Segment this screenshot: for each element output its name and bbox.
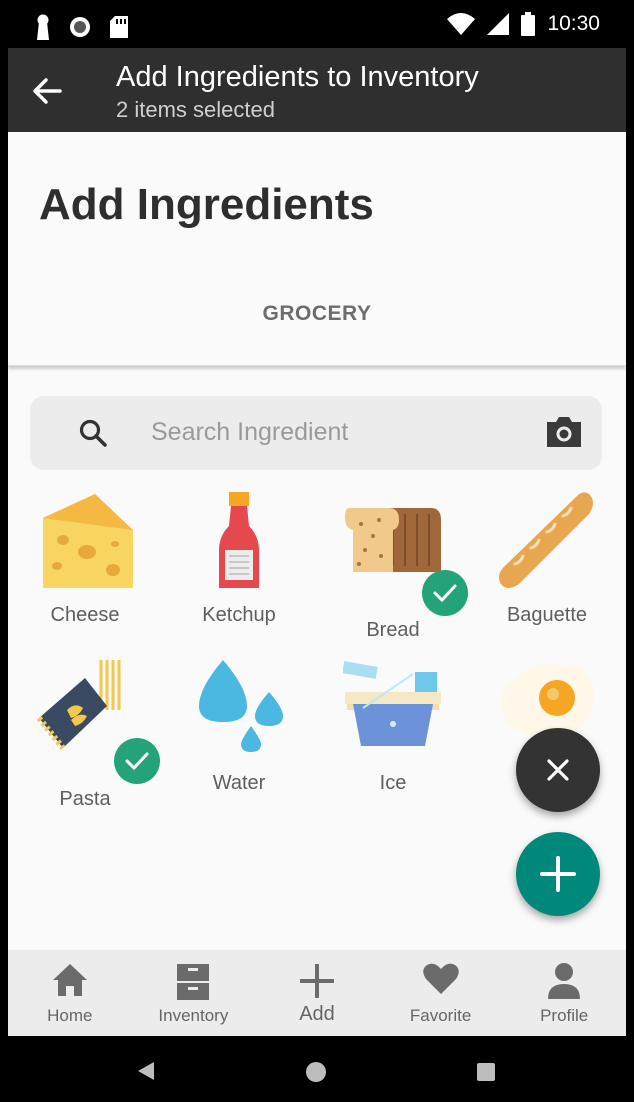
keyhole-icon [37,14,49,40]
signal-icon [487,13,510,35]
add-fab-button[interactable] [516,832,600,916]
system-navigation-bar [8,1036,626,1102]
ingredient-baguette[interactable]: Baguette [470,490,624,630]
checkmark-icon [125,752,149,771]
nav-favorite[interactable]: Favorite [379,950,503,1036]
ingredient-label: Ice [379,772,407,794]
nav-label: Inventory [158,1006,229,1025]
water-drop-icon [199,660,283,752]
cheese-icon [43,494,133,588]
ingredient-pasta[interactable]: Pasta [8,658,162,818]
person-icon [548,963,581,999]
status-bar: 10:30 [8,0,626,48]
ice-bucket-icon [343,661,441,746]
search-input[interactable]: Search Ingredient [151,418,348,447]
header-card: Add Ingredients GROCERY [8,132,626,366]
app-bar: Add Ingredients to Inventory 2 items sel… [8,48,626,132]
ingredient-label: Baguette [506,604,588,626]
app-bar-title: Add Ingredients to Inventory [116,61,479,93]
main-content: Add Ingredients GROCERY Search Ingredien… [8,132,626,950]
battery-icon [521,12,536,36]
cabinet-icon [177,964,210,1000]
ingredient-cheese[interactable]: Cheese [8,490,162,630]
ingredient-label: Ketchup [202,604,276,626]
ingredient-bread[interactable]: Bread [316,490,470,641]
nav-label: Profile [540,1006,589,1025]
nav-inventory[interactable]: Inventory [132,950,256,1036]
plus-icon [299,964,334,998]
home-icon [52,964,87,996]
clock: 10:30 [547,12,600,35]
ingredient-label: Water [212,772,266,794]
sd-card-icon [110,16,128,38]
system-back-icon[interactable] [136,1060,156,1082]
search-icon [79,419,107,447]
sync-icon [70,17,90,37]
nav-label: Home [47,1006,93,1025]
plus-icon [540,856,576,892]
bottom-navigation: Home Inventory Add Favorite Profile [8,950,626,1036]
nav-label: Add [299,1003,335,1025]
nav-add[interactable]: Add [255,950,379,1036]
ingredient-ketchup[interactable]: Ketchup [162,490,316,630]
back-arrow-icon[interactable] [30,74,64,108]
ingredient-label: Pasta [59,788,111,810]
camera-icon[interactable] [544,414,584,450]
nav-home[interactable]: Home [8,950,132,1036]
wifi-icon [447,13,476,35]
search-bar[interactable]: Search Ingredient [30,396,602,470]
close-fab-button[interactable] [516,728,600,812]
ingredient-label: Cheese [50,604,120,626]
system-recents-icon[interactable] [476,1062,496,1082]
selected-check-badge [422,570,468,616]
ingredient-water[interactable]: Water [162,658,316,798]
baguette-icon [499,492,593,588]
tab-grocery[interactable]: GROCERY [8,302,626,326]
phone-screen: 10:30 Add Ingredients to Inventory 2 ite… [8,0,626,1102]
ingredient-ice[interactable]: Ice [316,658,470,798]
app-bar-subtitle: 2 items selected [116,97,275,122]
ingredient-label: Bread [366,619,420,641]
system-home-icon[interactable] [305,1061,327,1083]
ketchup-icon [219,492,259,588]
selected-check-badge [114,738,160,784]
heart-icon [422,963,459,994]
close-icon [547,759,569,781]
nav-label: Favorite [409,1006,472,1025]
page-title: Add Ingredients [39,180,374,229]
nav-profile[interactable]: Profile [502,950,626,1036]
checkmark-icon [433,584,457,603]
